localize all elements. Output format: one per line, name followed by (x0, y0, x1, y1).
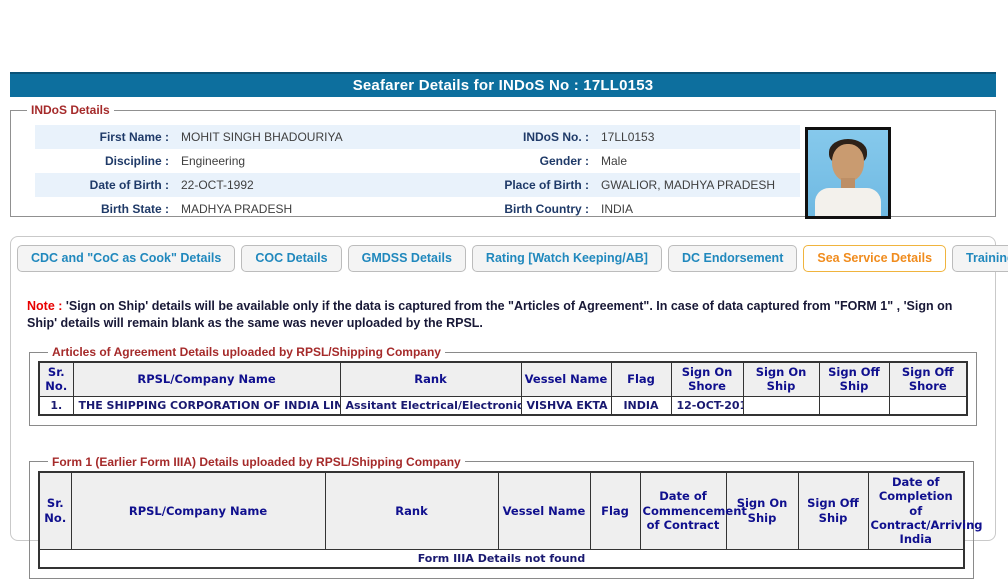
sign-on-ship-note: Note : 'Sign on Ship' details will be av… (27, 298, 983, 332)
tab-gmdss-details[interactable]: GMDSS Details (347, 245, 466, 272)
indos-details-table: First Name : MOHIT SINGH BHADOURIYA INDo… (35, 125, 800, 221)
indos-details-legend: INDoS Details (31, 103, 110, 117)
col-header-flag: Flag (610, 361, 672, 397)
place-of-birth-value: GWALIOR, MADHYA PRADESH (601, 178, 776, 192)
col-header-vessel-name: Vessel Name (520, 361, 612, 397)
discipline-value: Engineering (181, 154, 246, 168)
col-header-date-of-completion: Date of Completion of Contract/Arriving … (867, 471, 983, 550)
col-header-flag: Flag (589, 471, 641, 550)
cell-sr-no: 1. (38, 395, 74, 416)
indos-details-section: INDoS Details First Name : MOHIT SINGH B… (10, 103, 996, 219)
indos-row: Discipline : Engineering Gender : Male (35, 149, 800, 173)
first-name-value: MOHIT SINGH BHADOURIYA (181, 130, 343, 144)
birth-country-label: Birth Country : (504, 202, 589, 216)
articles-header-row: Sr. No. RPSL/Company Name Rank Vessel Na… (38, 361, 968, 397)
tab-coc-details[interactable]: COC Details (241, 245, 342, 272)
indos-row: Birth State : MADHYA PRADESH Birth Count… (35, 197, 800, 221)
cell-sign-on-ship (742, 395, 820, 416)
note-prefix: Note : (27, 299, 66, 313)
col-header-sign-on-shore: Sign On Shore (670, 361, 744, 397)
date-of-birth-value: 22-OCT-1992 (181, 178, 254, 192)
col-header-sign-off-shore: Sign Off Shore (888, 361, 968, 397)
indos-no-value: 17LL0153 (601, 130, 655, 144)
indos-row: First Name : MOHIT SINGH BHADOURIYA INDo… (35, 125, 800, 149)
tab-strip: CDC and "CoC as Cook" Details COC Detail… (11, 245, 1008, 272)
tab-content-panel: CDC and "CoC as Cook" Details COC Detail… (10, 236, 1008, 579)
col-header-date-of-commencement: Date of Commencement of Contract (639, 471, 747, 550)
cell-sign-on-shore: 12-OCT-2017 (670, 395, 744, 416)
cell-sign-off-shore (888, 395, 968, 416)
col-header-vessel-name: Vessel Name (497, 471, 591, 550)
cell-company: THE SHIPPING CORPORATION OF INDIA LIMITE… (72, 395, 341, 416)
photo-silhouette-shirt (815, 188, 881, 216)
photo-silhouette-head (832, 144, 864, 182)
cell-rank: Assitant Electrical/Electronics Officer (339, 395, 522, 416)
birth-country-value: INDIA (601, 202, 634, 216)
form1-header-row: Sr. No. RPSL/Company Name Rank Vessel Na… (38, 471, 983, 550)
note-body: 'Sign on Ship' details will be available… (27, 299, 953, 330)
tab-rating-watch-keeping-ab[interactable]: Rating [Watch Keeping/AB] (471, 245, 662, 272)
date-of-birth-label: Date of Birth : (89, 178, 169, 192)
seafarer-details-page: Seafarer Details for INDoS No : 17LL0153… (0, 0, 1008, 579)
col-header-sr-no: Sr. No. (38, 361, 74, 397)
col-header-sign-on-ship: Sign On Ship (725, 471, 799, 550)
articles-of-agreement-table: Sr. No. RPSL/Company Name Rank Vessel Na… (38, 361, 968, 416)
col-header-sign-off-ship: Sign Off Ship (797, 471, 869, 550)
birth-state-value: MADHYA PRADESH (181, 202, 293, 216)
tab-dc-endorsement[interactable]: DC Endorsement (667, 245, 798, 272)
col-header-sr-no: Sr. No. (38, 471, 72, 550)
tab-cdc-coc-cook-details[interactable]: CDC and "CoC as Cook" Details (17, 245, 236, 272)
birth-state-label: Birth State : (100, 202, 169, 216)
cell-sign-off-ship (818, 395, 890, 416)
col-header-company: RPSL/Company Name (72, 361, 341, 397)
tab-sea-service-details[interactable]: Sea Service Details (803, 245, 947, 272)
col-header-sign-off-ship: Sign Off Ship (818, 361, 890, 397)
gender-label: Gender : (539, 154, 589, 168)
articles-of-agreement-section: Articles of Agreement Details uploaded b… (29, 345, 977, 426)
page-header-bar: Seafarer Details for INDoS No : 17LL0153 (10, 72, 996, 97)
articles-of-agreement-legend: Articles of Agreement Details uploaded b… (52, 345, 441, 359)
indos-row: Date of Birth : 22-OCT-1992 Place of Bir… (35, 173, 800, 197)
col-header-rank: Rank (324, 471, 499, 550)
form1-empty-row: Form IIIA Details not found (38, 548, 965, 569)
col-header-rank: Rank (339, 361, 522, 397)
seafarer-photo (805, 127, 891, 219)
cell-vessel-name: VISHVA EKTA (520, 395, 612, 416)
form1-not-found-message: Form IIIA Details not found (38, 548, 965, 569)
indos-no-label: INDoS No. : (523, 130, 589, 144)
col-header-sign-on-ship: Sign On Ship (742, 361, 820, 397)
form1-table: Sr. No. RPSL/Company Name Rank Vessel Na… (38, 470, 983, 569)
col-header-company: RPSL/Company Name (70, 471, 326, 550)
form1-legend: Form 1 (Earlier Form IIIA) Details uploa… (52, 454, 461, 469)
place-of-birth-label: Place of Birth : (504, 178, 589, 192)
gender-value: Male (601, 154, 628, 168)
first-name-label: First Name : (99, 130, 169, 144)
tab-training-details[interactable]: Training Details (952, 245, 1008, 272)
articles-data-row: 1. THE SHIPPING CORPORATION OF INDIA LIM… (38, 395, 968, 416)
page-title: Seafarer Details for INDoS No : 17LL0153 (352, 77, 654, 94)
cell-flag: INDIA (610, 395, 672, 416)
form1-section: Form 1 (Earlier Form IIIA) Details uploa… (29, 454, 983, 579)
discipline-label: Discipline : (104, 154, 169, 168)
